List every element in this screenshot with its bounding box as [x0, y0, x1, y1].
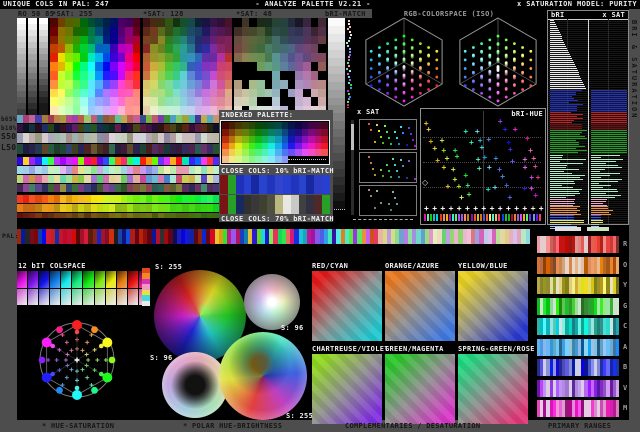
x-sat-scrollbar-thumb[interactable] — [351, 124, 354, 150]
primary-range-label: R — [623, 240, 628, 248]
x-sat-dashed-line — [353, 219, 413, 220]
bri-saturation-side-label: BRI & SATURATION — [630, 20, 638, 120]
primary-range-band — [537, 338, 620, 356]
x-sat-subplot-2 — [359, 152, 417, 183]
gray-ramp — [39, 18, 48, 115]
x-sat-scrollbar[interactable] — [351, 120, 354, 215]
bri-hue-scatter: bRI-HUE ◇ + + + + + + + + + + + + + + + + + + + + + + + + + + + + + +… — [420, 108, 546, 225]
primary-range-band — [537, 379, 620, 397]
complementary-gradient — [385, 271, 455, 341]
primary-range-band — [537, 400, 620, 417]
primary-range-label: M — [623, 404, 628, 412]
hue-saturation-wheel — [38, 320, 116, 400]
primary-ranges-panel: R O Y G C A B V M — [535, 226, 629, 422]
close-cols-70-swatches — [220, 195, 331, 214]
primary-range-label: A — [623, 342, 628, 351]
polar-circle-s96-ring — [162, 352, 228, 418]
x-sat-panel: x SAT — [345, 108, 420, 225]
gray-ramps-label: RO 50 85 — [18, 10, 55, 18]
x-sat-subplot-1 — [359, 119, 417, 150]
gridline — [483, 111, 484, 219]
x-sat-label: x SAT — [357, 108, 380, 116]
primary-range-label: G — [623, 301, 628, 310]
primary-range-band — [537, 277, 620, 294]
saturation-model-toggle[interactable]: x SATURATION MODEL: PURITY — [517, 1, 637, 8]
analyze-palette-app: UNIQUE COLS IN PAL: 247 - ANALYZE PALETT… — [0, 0, 640, 432]
primary-range-band — [537, 256, 620, 274]
hue-field-sat128 — [143, 18, 232, 115]
primary-header-strip — [587, 227, 609, 231]
pair-title: RED/CYAN — [312, 262, 349, 270]
diamond-marker: ◇ — [422, 178, 429, 187]
complementary-gradient — [312, 354, 382, 424]
bri-hue-label: bRI-HUE — [511, 110, 543, 118]
indexed-palette-grid — [222, 122, 328, 163]
footer-hue-saturation[interactable]: * HUE-SATURATION — [42, 422, 114, 430]
polar-s255-label-1: S: 255 — [155, 263, 183, 271]
polar-circle-s96-small — [244, 274, 300, 330]
strip-label-b65: b65% — [1, 116, 17, 123]
x-sat-subplot-3 — [359, 185, 417, 216]
close-cols-10-label: CLOSE COLS: 10% bRI-MATCH — [221, 167, 334, 175]
indexed-palette-frame — [220, 120, 330, 165]
primary-range-band — [537, 318, 620, 335]
unique-cols-count: UNIQUE COLS IN PAL: 247 — [3, 0, 110, 8]
polar-colorbar — [142, 268, 150, 306]
primary-range-label: B — [623, 363, 628, 371]
primary-range-label: O — [623, 260, 628, 269]
pair-title: SPRING-GREEN/ROSE — [458, 345, 535, 353]
bri-header: bRI — [551, 11, 565, 19]
primary-range-band — [537, 236, 620, 253]
indexed-palette-panel: INDEXED PALETTE: CLOSE COLS: 10% bRI-MAT… — [219, 110, 334, 223]
pair-title: CHARTREUSE/VIOLET — [312, 345, 389, 353]
pair-title: GREEN/MAGENTA — [385, 345, 444, 353]
complementaries-panel: RED/CYAN ORANGE/AZURE YELLOW/BLUE CHARTR… — [312, 262, 539, 424]
sat-48-toggle[interactable]: *SAT: 48 — [236, 10, 272, 18]
primary-range-band — [537, 297, 620, 315]
polar-s255-label-2: S: 255 — [286, 412, 314, 420]
indexed-palette-title: INDEXED PALETTE: — [221, 111, 294, 119]
x-sat-header[interactable]: x SAT — [602, 11, 625, 19]
primary-range-band — [537, 359, 620, 376]
polar-hue-brightness-panel: S: 255 S: 96 S: 96 S: 255 — [140, 262, 314, 420]
strip-label-l50: L50 — [1, 143, 17, 152]
strip-label-s50: S50 — [1, 132, 17, 141]
hue-field-sat48 — [234, 18, 326, 115]
analysis-strips — [17, 115, 220, 219]
sat-128-toggle[interactable]: *SAT: 128 — [143, 10, 184, 18]
polar-s96-label-2: S: 96 — [150, 354, 173, 362]
complementary-gradient — [312, 271, 382, 341]
sat-255-toggle[interactable]: *SAT: 255 — [52, 10, 93, 18]
palette-strip — [17, 229, 530, 244]
colspace-12bit-title: 12 bIT COLSPACE — [18, 262, 86, 270]
gray-ramp — [17, 18, 26, 115]
polar-circle-s255-bright — [219, 332, 307, 420]
gray-ramps-panel — [17, 18, 48, 115]
app-title: - ANALYZE PALETTE V2.21 - — [255, 0, 371, 8]
primary-range-label: Y — [623, 281, 628, 289]
primary-header-strip — [555, 227, 581, 231]
footer-primary-ranges: PRIMARY RANGES — [548, 422, 612, 430]
histogram-divider — [588, 19, 589, 224]
primary-range-label: V — [623, 383, 628, 392]
footer-complementaries: COMPLEMENTARIES / DESATURATION — [345, 422, 481, 430]
footer-polar[interactable]: * POLAR HUE-BRIGHTNESS — [183, 422, 282, 430]
title-bar: UNIQUE COLS IN PAL: 247 - ANALYZE PALETT… — [0, 0, 640, 9]
pair-title: YELLOW/BLUE — [458, 262, 508, 270]
primary-range-label: C — [623, 322, 628, 330]
complementary-gradient — [458, 271, 528, 341]
gray-ramp — [28, 18, 37, 115]
palette-unused-dots — [288, 159, 326, 160]
polar-s96-label-1: S: 96 — [281, 324, 304, 332]
rgb-colorspace-cubes — [365, 17, 537, 107]
complementary-gradient — [458, 354, 528, 424]
bri-sat-histogram: bRI x SAT — [547, 10, 629, 229]
close-cols-10-swatches — [220, 175, 331, 194]
pair-title: ORANGE/AZURE — [385, 262, 440, 270]
complementary-gradient — [385, 354, 455, 424]
close-cols-70-label: CLOSE COLS: 70% bRI-MATCH — [221, 215, 334, 223]
hue-field-sat255 — [50, 18, 140, 115]
